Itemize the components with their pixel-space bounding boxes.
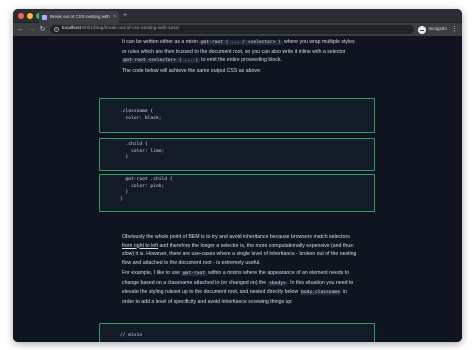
code-block-1: .classname { color: black; [99,98,375,133]
paragraph-example: For example, I like to use @at-root with… [122,269,357,306]
minimize-window-button[interactable] [27,13,33,19]
incognito-indicator[interactable]: Incognito [418,25,447,34]
text: For example, I like to use [122,270,182,276]
new-tab-button[interactable]: + [123,12,127,19]
inline-code: @at-root ( ... / <selector> ) [199,40,283,45]
tab-close-icon[interactable]: × [113,14,116,20]
incognito-label: Incognito [428,26,447,32]
text: to emit the entire proceeding block. [199,57,282,63]
paragraph-at-root-intro: It can be written either as a mixin @at-… [122,38,357,66]
reload-button[interactable]: ↻ [39,26,46,33]
code-block-4: // mixin [99,323,375,342]
code-text: // mixin [120,333,143,338]
browser-menu-icon[interactable]: ⋮ [451,26,458,33]
article-page: It can be written either as a mixin @at-… [13,36,462,342]
url-path: :8001/blog/break-out-of-css-nesting-with… [80,26,180,32]
text: Obviously the whole point of BEM is to t… [122,234,350,240]
code-text: .classname { color: black; [120,109,162,121]
code-block-2: .child { color: lime; } [99,138,375,171]
inline-code: body.classname [299,290,342,295]
tab-bar: Break out of CSS nesting with … × + [13,9,462,23]
browser-toolbar: ← → ↻ i localhost:8001/blog/break-out-of… [13,23,462,36]
code-text: .child { color: lime; } [125,142,165,160]
favicon-icon [42,14,47,20]
right-to-left-link[interactable]: from right to left [122,243,158,249]
text: and therefore the longer a selector is, … [122,242,357,266]
site-info-icon[interactable]: i [54,27,59,32]
tab-title: Break out of CSS nesting with … [50,14,111,19]
paragraph-bem: Obviously the whole point of BEM is to t… [122,233,357,267]
browser-window: Break out of CSS nesting with … × + ← → … [13,9,462,342]
back-button[interactable]: ← [17,26,24,33]
url-host: localhost [62,26,81,32]
close-window-button[interactable] [18,13,24,19]
text: It can be written either as a mixin [122,39,200,45]
browser-tab[interactable]: Break out of CSS nesting with … × [39,11,119,23]
code-text: @at-root .child { color: pink; } } [120,177,173,202]
forward-button[interactable]: → [28,26,35,33]
inline-code: @at-root <selector> ( ... ) [122,58,200,63]
inline-code: @at-root [181,271,207,276]
inline-code: <body> [267,280,288,286]
code-block-3: @at-root .child { color: pink; } } [99,174,375,212]
address-bar[interactable]: i localhost:8001/blog/break-out-of-css-n… [50,25,415,34]
paragraph-code-below: The code below will achieve the same out… [122,68,262,74]
url-text: localhost:8001/blog/break-out-of-css-nes… [62,26,180,32]
incognito-icon [418,25,427,34]
